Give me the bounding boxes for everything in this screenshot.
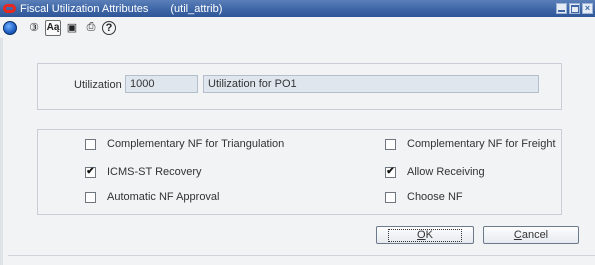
cancel-button[interactable]: Cancel <box>483 226 579 244</box>
checkbox-checked[interactable]: ✔ <box>85 166 96 178</box>
window-title: Fiscal Utilization Attributes <box>20 2 149 15</box>
option-choose-nf[interactable]: Choose NF <box>385 191 463 203</box>
utilization-description-field[interactable]: Utilization for PO1 <box>203 75 539 93</box>
help-icon[interactable]: ? <box>102 20 116 35</box>
option-label: Complementary NF for Triangulation <box>107 138 285 150</box>
checkbox[interactable] <box>385 138 396 150</box>
checkbox[interactable] <box>85 138 96 150</box>
option-allow-receiving[interactable]: ✔ Allow Receiving <box>385 166 485 178</box>
title-bar[interactable]: Fiscal Utilization Attributes (util_attr… <box>0 0 595 17</box>
option-automatic-nf-approval[interactable]: Automatic NF Approval <box>85 191 220 203</box>
cancel-mnemonic: C <box>513 229 522 241</box>
option-complementary-nf-freight[interactable]: Complementary NF for Freight <box>385 138 556 150</box>
checkbox-checked[interactable]: ✔ <box>385 166 396 178</box>
dialog-window: Fiscal Utilization Attributes (util_attr… <box>0 0 595 265</box>
utilization-label: Utilization <box>74 79 122 91</box>
spell-icon[interactable]: ③ <box>26 20 42 36</box>
option-label: Automatic NF Approval <box>107 191 220 203</box>
checkbox[interactable] <box>385 191 396 203</box>
option-icms-st-recovery[interactable]: ✔ ICMS-ST Recovery <box>85 166 202 178</box>
left-border <box>0 38 3 265</box>
option-complementary-nf-triangulation[interactable]: Complementary NF for Triangulation <box>85 138 284 150</box>
checkbox[interactable] <box>85 191 96 203</box>
copy-icon[interactable]: ▣ <box>64 20 80 36</box>
option-label: ICMS-ST Recovery <box>107 166 202 178</box>
option-label: Complementary NF for Freight <box>407 138 556 150</box>
ok-button[interactable]: OK <box>376 226 474 244</box>
toolbar: ③ Aą ▣ ⎙ ? <box>0 17 595 38</box>
oracle-logo-icon <box>3 4 16 13</box>
bottom-divider <box>8 255 595 265</box>
form-id: (util_attrib) <box>170 2 223 15</box>
close-icon[interactable]: × <box>582 3 593 14</box>
print-icon[interactable]: ⎙ <box>83 20 99 36</box>
minimize-icon[interactable] <box>556 3 567 14</box>
option-label: Choose NF <box>407 191 463 203</box>
globe-icon[interactable] <box>3 20 17 35</box>
window-controls: × <box>556 3 593 14</box>
ok-mnemonic: O <box>417 229 426 241</box>
cancel-label-rest: ancel <box>521 229 549 241</box>
focus-ring: OK <box>388 228 462 242</box>
option-label: Allow Receiving <box>407 166 485 178</box>
maximize-icon[interactable] <box>569 3 580 14</box>
ok-label-rest: K <box>425 229 433 241</box>
utilization-code-field[interactable]: 1000 <box>125 75 198 93</box>
text-case-icon[interactable]: Aą <box>45 19 61 36</box>
